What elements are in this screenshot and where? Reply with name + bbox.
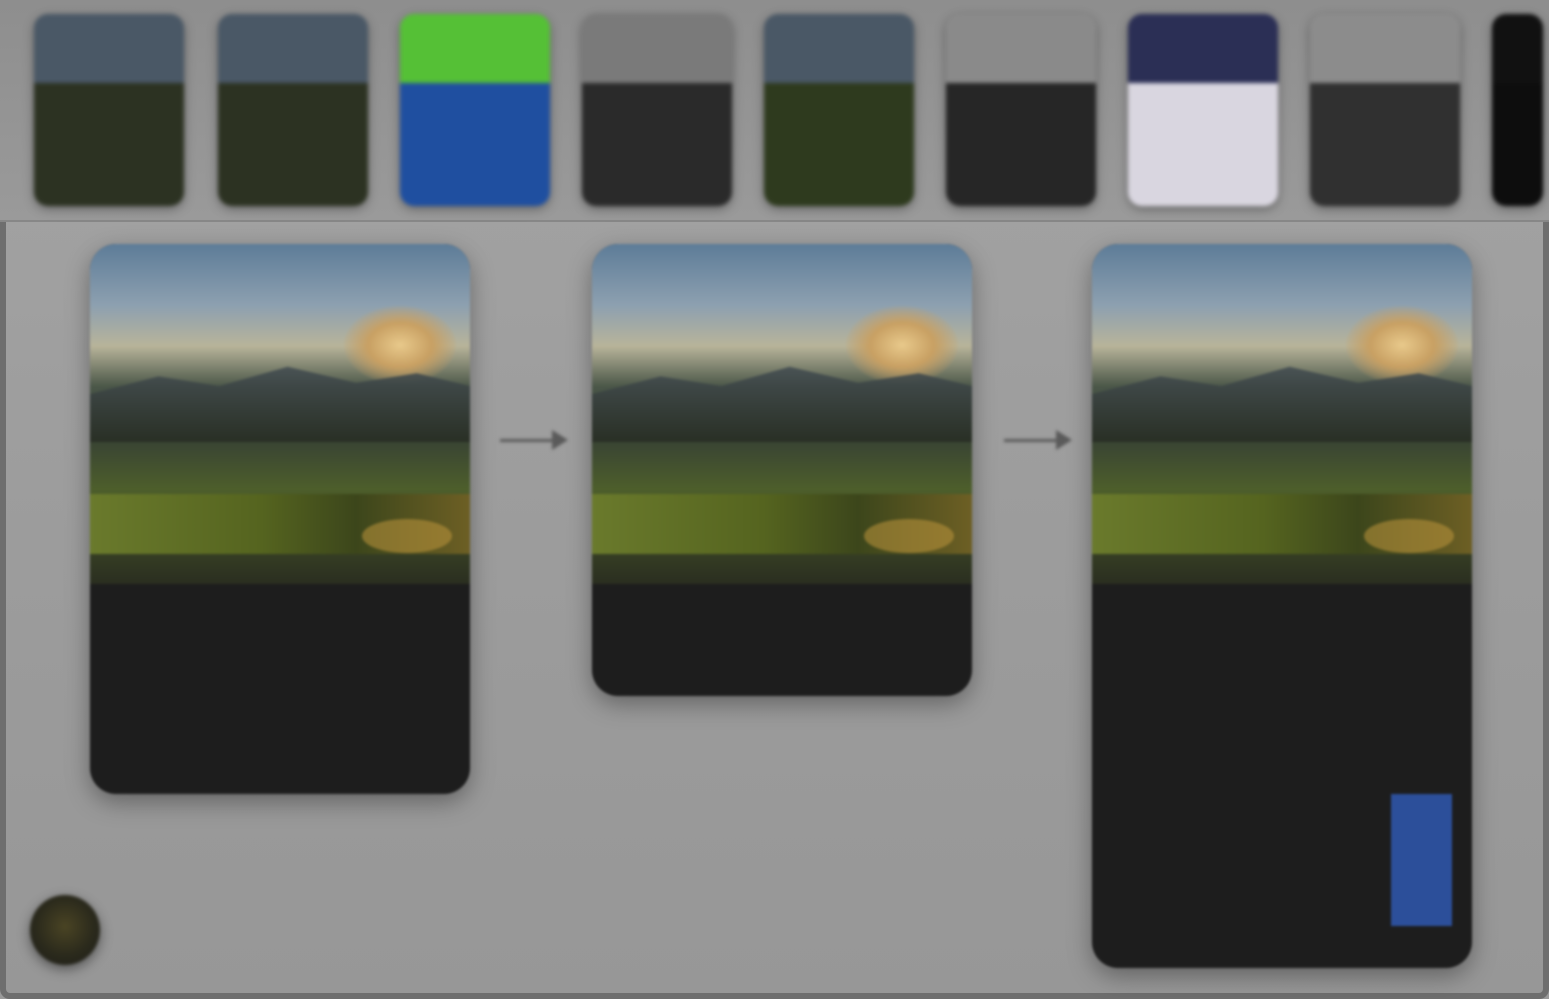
preview-card-1[interactable] [90,244,470,794]
landscape-photo [592,244,972,584]
info-row [612,618,952,662]
info-row [1112,706,1452,750]
thumbnail-land [582,83,732,206]
preview-card-2[interactable] [592,244,972,696]
card-info [90,584,470,768]
info-row [1112,618,1452,662]
preview-card-3[interactable] [1092,244,1472,968]
info-row [1112,794,1452,838]
card-info [1092,584,1472,944]
thumbnail-sky [946,14,1096,84]
arrow-right-icon [500,430,568,450]
info-row [1112,662,1452,706]
light-patch [864,519,954,553]
thumbnail-6[interactable] [946,14,1096,206]
thumbnail-sky [218,14,368,84]
info-row [1112,750,1452,794]
thumbnail-9[interactable] [1492,14,1543,206]
light-patch [362,519,452,553]
photo-thumbnail-icon[interactable] [30,895,100,965]
thumbnail-4[interactable] [582,14,732,206]
thumbnail-2[interactable] [218,14,368,206]
thumbnail-land [946,83,1096,206]
landscape-photo [1092,244,1472,584]
mountain-ridge [90,366,470,442]
info-row [110,706,450,750]
thumbnail-7[interactable] [1128,14,1278,206]
info-row [110,662,450,706]
info-row [1112,838,1452,882]
thumbnail-3[interactable] [400,14,550,206]
thumbnail-land [218,83,368,206]
sun-glow [846,306,958,384]
arrow-right-icon [1004,430,1072,450]
thumbnail-land [400,83,550,206]
light-patch [1364,519,1454,553]
thumbnail-sky [1492,14,1543,84]
thumbnail-sky [764,14,914,84]
thumbnail-sky [34,14,184,84]
thumbnail-sky [1128,14,1278,84]
mountain-ridge [1092,366,1472,442]
thumbnail-sky [400,14,550,84]
thumbnail-land [1128,83,1278,206]
thumbnail-sky [1310,14,1460,84]
card-info [592,584,972,680]
thumbnail-filmstrip [0,0,1549,222]
thumbnail-land [34,83,184,206]
thumbnail-land [1310,83,1460,206]
thumbnail-sky [582,14,732,84]
thumbnail-land [764,83,914,206]
mountain-ridge [592,366,972,442]
sun-glow [344,306,456,384]
thumbnail-5[interactable] [764,14,914,206]
thumbnail-land [1492,83,1543,206]
landscape-photo [90,244,470,584]
info-row [110,618,450,662]
thumbnail-8[interactable] [1310,14,1460,206]
thumbnail-1[interactable] [34,14,184,206]
info-row [1112,882,1452,926]
sun-glow [1346,306,1458,384]
